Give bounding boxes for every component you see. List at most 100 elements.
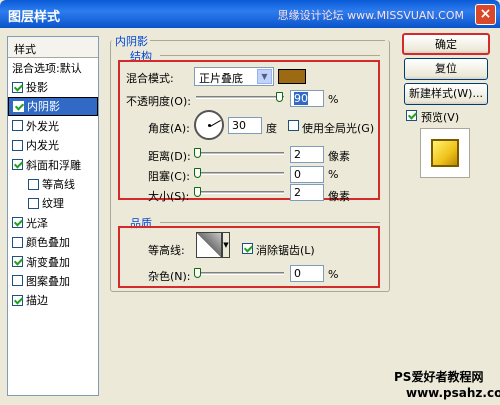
checkbox[interactable]: [12, 275, 23, 287]
style-item-label: 渐变叠加: [26, 255, 70, 269]
size-label: 大小(S):: [148, 190, 190, 203]
style-item-outer-glow[interactable]: 外发光: [8, 116, 98, 135]
opacity-slider-track[interactable]: [196, 96, 284, 99]
checkbox[interactable]: [12, 81, 23, 93]
noise-label: 杂色(N):: [148, 270, 191, 283]
style-item-contour[interactable]: 等高线: [8, 174, 98, 193]
style-preview: [420, 128, 470, 178]
styles-list-header: 样式: [8, 37, 98, 58]
preview-swatch: [431, 139, 459, 167]
choke-slider-track[interactable]: [196, 172, 284, 175]
angle-value: 30: [232, 119, 246, 132]
style-item-label: 颜色叠加: [26, 236, 70, 250]
style-item-blending-options[interactable]: 混合选项:默认: [8, 58, 98, 77]
distance-slider-track[interactable]: [196, 152, 284, 155]
anti-alias-checkbox[interactable]: [242, 243, 253, 254]
choke-unit: %: [328, 168, 339, 181]
style-item-label: 描边: [26, 294, 48, 308]
opacity-value: 90: [294, 92, 308, 105]
distance-slider-thumb[interactable]: [194, 148, 201, 158]
distance-input[interactable]: 2: [290, 146, 324, 163]
distance-unit: 像素: [328, 150, 350, 163]
opacity-unit: %: [328, 93, 339, 106]
checkbox[interactable]: [28, 197, 39, 209]
style-item-label: 内发光: [26, 139, 59, 153]
window-title: 图层样式: [8, 10, 61, 25]
noise-slider-track[interactable]: [196, 272, 284, 275]
anti-alias-label: 消除锯齿(L): [256, 244, 315, 257]
opacity-input[interactable]: 90: [290, 90, 324, 107]
checkbox[interactable]: [12, 236, 23, 248]
style-item-label: 纹理: [42, 197, 64, 211]
style-item-pattern-overlay[interactable]: 图案叠加: [8, 271, 98, 290]
size-slider-track[interactable]: [196, 191, 284, 194]
noise-slider-thumb[interactable]: [194, 268, 201, 278]
global-light-label: 使用全局光(G): [302, 122, 375, 135]
close-icon: ×: [479, 6, 492, 22]
opacity-label: 不透明度(O):: [126, 95, 191, 108]
style-item-drop-shadow[interactable]: 投影: [8, 77, 98, 96]
style-item-texture[interactable]: 纹理: [8, 194, 98, 213]
divider: [160, 55, 380, 56]
shadow-color-swatch[interactable]: [278, 69, 306, 84]
chevron-down-icon[interactable]: ▼: [222, 232, 230, 258]
checkbox[interactable]: [12, 139, 23, 151]
preview-checkbox[interactable]: [406, 110, 417, 121]
style-item-inner-shadow[interactable]: 内阴影: [8, 96, 98, 117]
blend-mode-select[interactable]: 正片叠底 ▼: [194, 67, 274, 86]
checkbox[interactable]: [12, 120, 23, 132]
checkbox[interactable]: [12, 217, 23, 229]
style-item-stroke[interactable]: 描边: [8, 291, 98, 310]
choke-input[interactable]: 0: [290, 166, 324, 183]
style-item-label: 内阴影: [27, 100, 60, 114]
size-unit: 像素: [328, 190, 350, 203]
style-item-inner-glow[interactable]: 内发光: [8, 136, 98, 155]
footer-brand: PS爱好者教程网: [394, 370, 484, 384]
angle-center-dot: [208, 124, 211, 127]
style-item-bevel-emboss[interactable]: 斜面和浮雕: [8, 155, 98, 174]
angle-dial[interactable]: [194, 110, 224, 140]
ok-button[interactable]: 确定: [402, 33, 490, 55]
contour-preview[interactable]: [196, 232, 222, 258]
checkbox[interactable]: [12, 256, 23, 268]
noise-input[interactable]: 0: [290, 265, 324, 282]
choke-value: 0: [294, 168, 301, 181]
style-item-label: 外发光: [26, 119, 59, 133]
preview-label: 预览(V): [421, 111, 460, 124]
close-button[interactable]: ×: [475, 4, 496, 25]
style-item-label: 等高线: [42, 178, 75, 192]
style-item-satin[interactable]: 光泽: [8, 213, 98, 232]
checkbox[interactable]: [12, 159, 23, 171]
size-input[interactable]: 2: [290, 184, 324, 201]
angle-needle: [210, 120, 221, 127]
checkbox[interactable]: [13, 100, 24, 112]
style-item-label: 混合选项:默认: [12, 61, 82, 75]
noise-value: 0: [294, 267, 301, 280]
global-light-checkbox[interactable]: [288, 120, 299, 131]
divider: [160, 222, 380, 223]
choke-slider-thumb[interactable]: [194, 168, 201, 178]
style-item-color-overlay[interactable]: 颜色叠加: [8, 233, 98, 252]
title-bar: 图层样式 思缘设计论坛 www.MISSVUAN.COM ×: [0, 0, 500, 28]
blend-mode-value: 正片叠底: [199, 72, 243, 85]
blend-mode-label: 混合模式:: [126, 72, 174, 85]
angle-unit: 度: [266, 122, 277, 135]
angle-input[interactable]: 30: [228, 117, 262, 134]
reset-button[interactable]: 复位: [404, 58, 488, 80]
styles-list: 样式 混合选项:默认 投影 内阴影 外发光 内发光 斜面和浮雕 等高线 纹理 光…: [7, 36, 99, 396]
size-slider-thumb[interactable]: [194, 187, 201, 197]
watermark-text: 思缘设计论坛 www.MISSVUAN.COM: [277, 9, 464, 22]
checkbox[interactable]: [28, 178, 39, 190]
noise-unit: %: [328, 268, 339, 281]
style-item-gradient-overlay[interactable]: 渐变叠加: [8, 252, 98, 271]
footer-url: www.psahz.com: [406, 386, 500, 400]
new-style-button[interactable]: 新建样式(W)...: [404, 83, 488, 105]
distance-value: 2: [294, 148, 301, 161]
opacity-slider-thumb[interactable]: [276, 92, 283, 102]
checkbox[interactable]: [12, 294, 23, 306]
distance-label: 距离(D):: [148, 150, 191, 163]
angle-label: 角度(A):: [148, 122, 190, 135]
size-value: 2: [294, 186, 301, 199]
contour-label: 等高线:: [148, 244, 185, 257]
choke-label: 阻塞(C):: [148, 170, 190, 183]
